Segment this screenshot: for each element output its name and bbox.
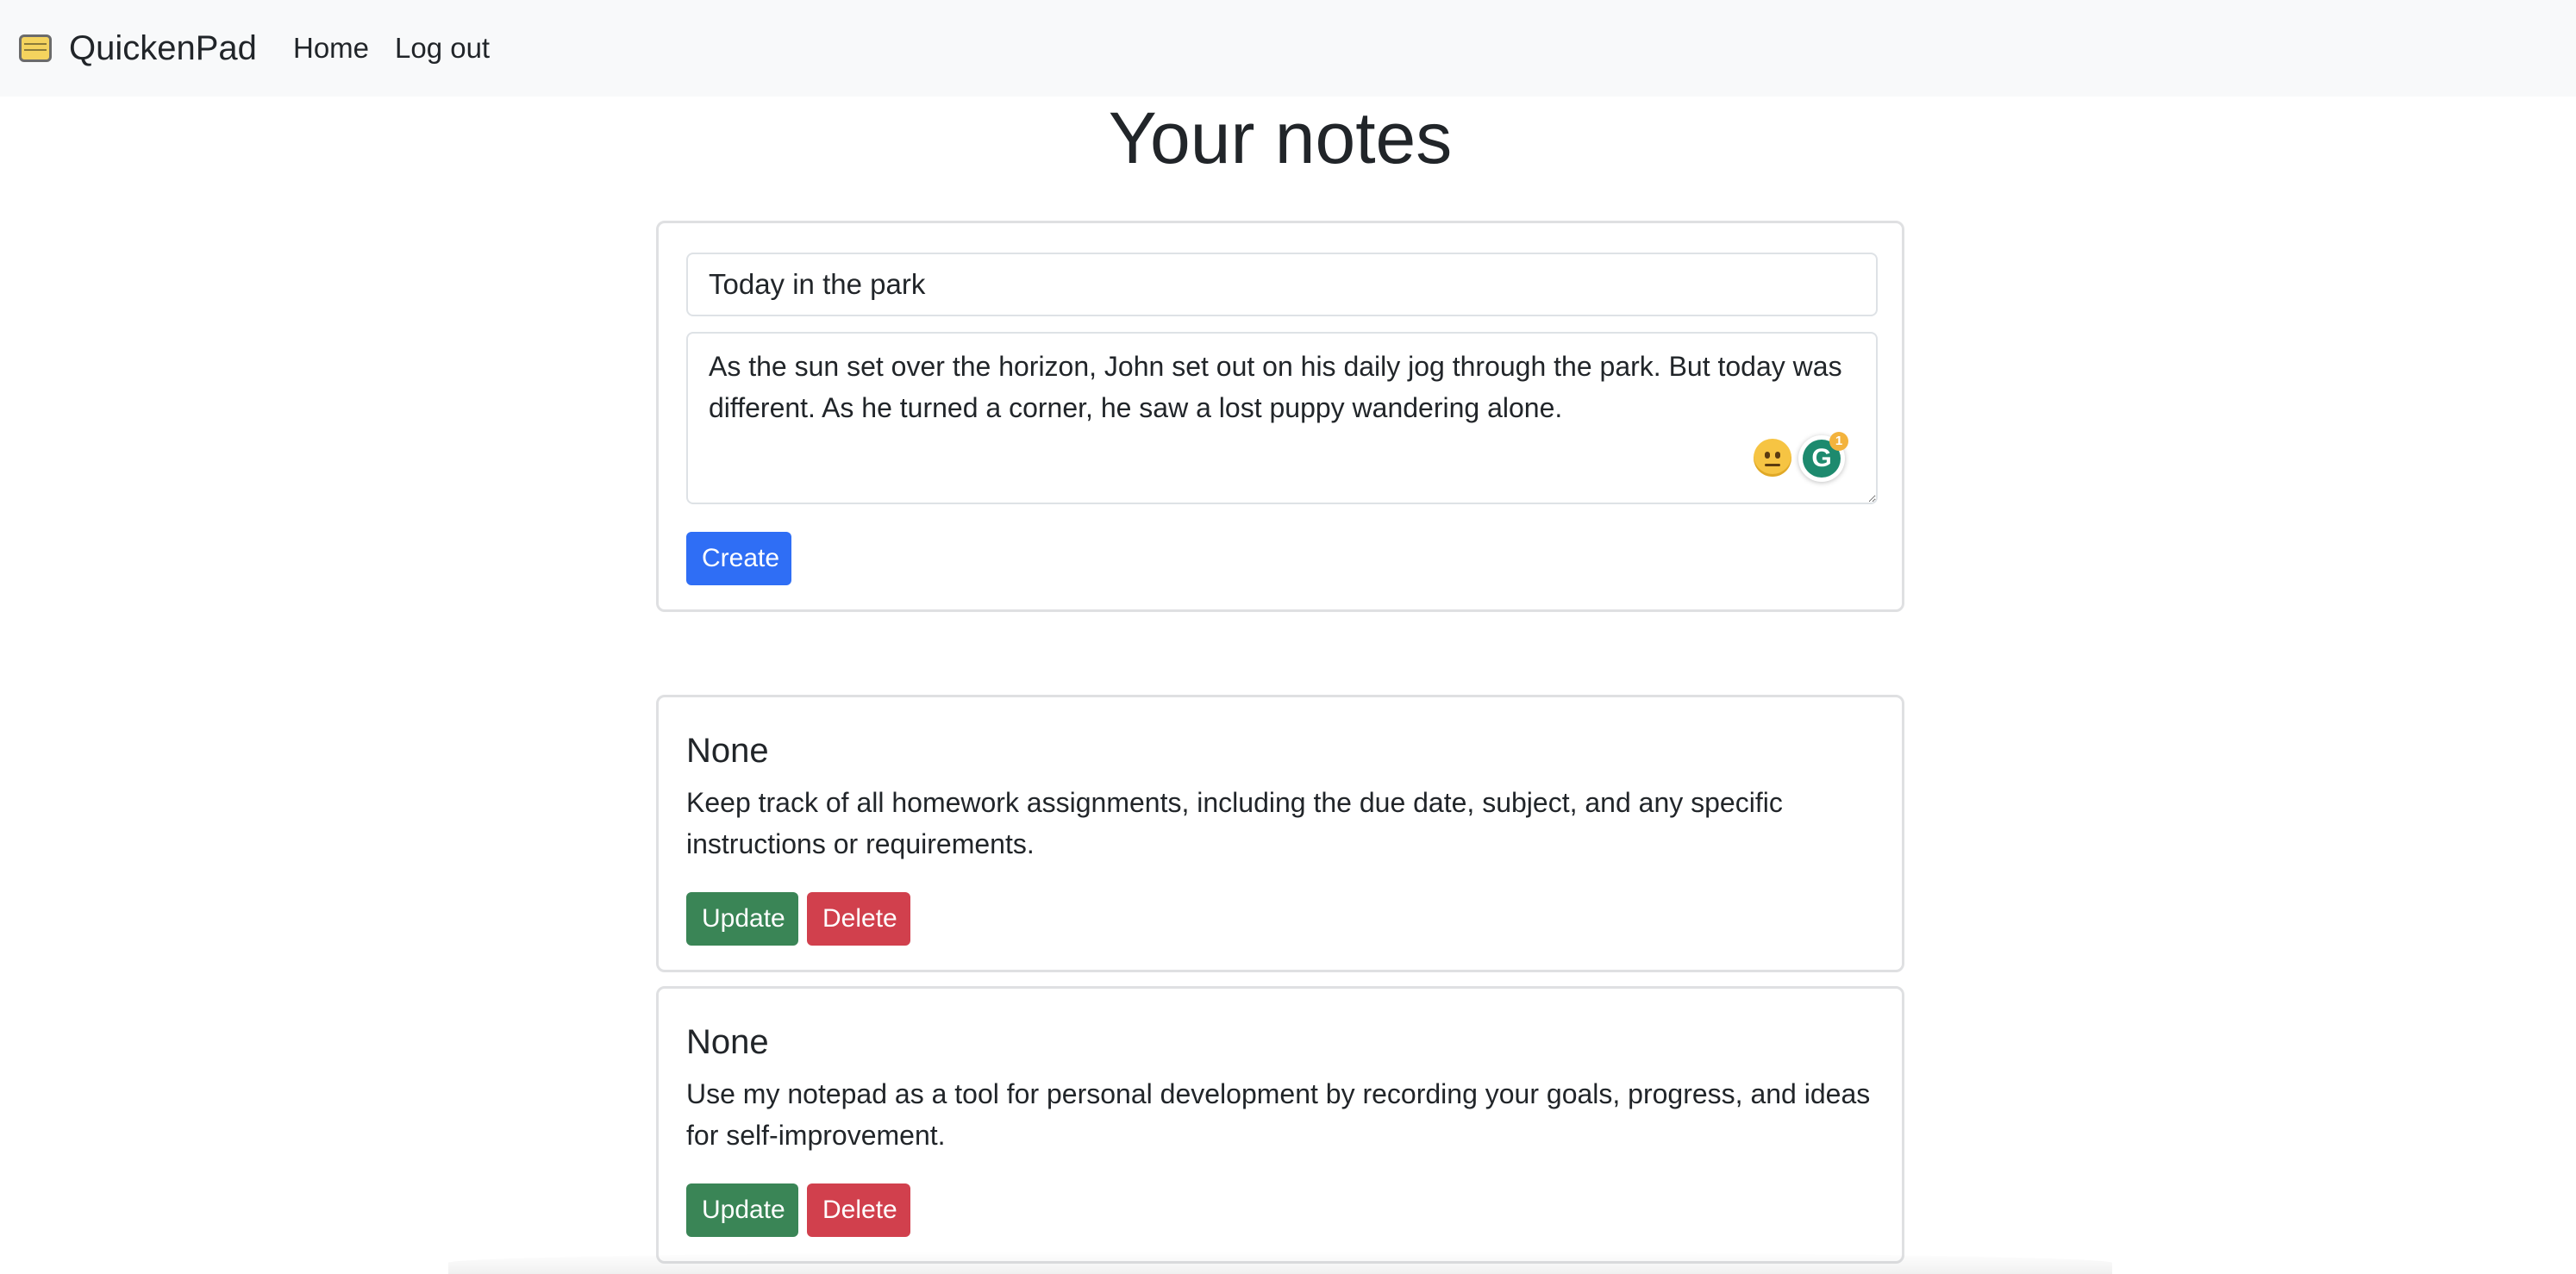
note-card: None Keep track of all homework assignme… bbox=[656, 695, 1904, 972]
create-note-card: As the sun set over the horizon, John se… bbox=[656, 221, 1904, 612]
delete-button[interactable]: Delete bbox=[807, 892, 910, 946]
note-title-input[interactable] bbox=[686, 253, 1878, 316]
nav-home-link[interactable]: Home bbox=[293, 28, 369, 69]
note-title: None bbox=[686, 1023, 769, 1061]
note-body-textarea[interactable]: As the sun set over the horizon, John se… bbox=[686, 332, 1878, 504]
note-title: None bbox=[686, 732, 769, 770]
brand-link[interactable]: QuickenPad bbox=[69, 26, 257, 71]
page-title: Your notes bbox=[1108, 97, 1453, 178]
update-button[interactable]: Update bbox=[686, 1183, 798, 1237]
bottom-shadow bbox=[448, 1252, 2112, 1274]
navbar: QuickenPad Home Log out bbox=[0, 0, 2576, 97]
notepad-icon[interactable] bbox=[19, 34, 52, 62]
note-body: Use my notepad as a tool for personal de… bbox=[686, 1078, 1871, 1151]
nav-logout-link[interactable]: Log out bbox=[395, 28, 490, 69]
grammarly-badge: 1 bbox=[1829, 432, 1848, 451]
note-card: None Use my notepad as a tool for person… bbox=[656, 986, 1904, 1264]
update-button[interactable]: Update bbox=[686, 892, 798, 946]
delete-button[interactable]: Delete bbox=[807, 1183, 910, 1237]
grammarly-icon[interactable]: G 1 bbox=[1798, 432, 1848, 482]
create-button[interactable]: Create bbox=[686, 532, 791, 585]
note-body: Keep track of all homework assignments, … bbox=[686, 787, 1783, 859]
neutral-face-emoji-icon[interactable] bbox=[1754, 439, 1791, 477]
